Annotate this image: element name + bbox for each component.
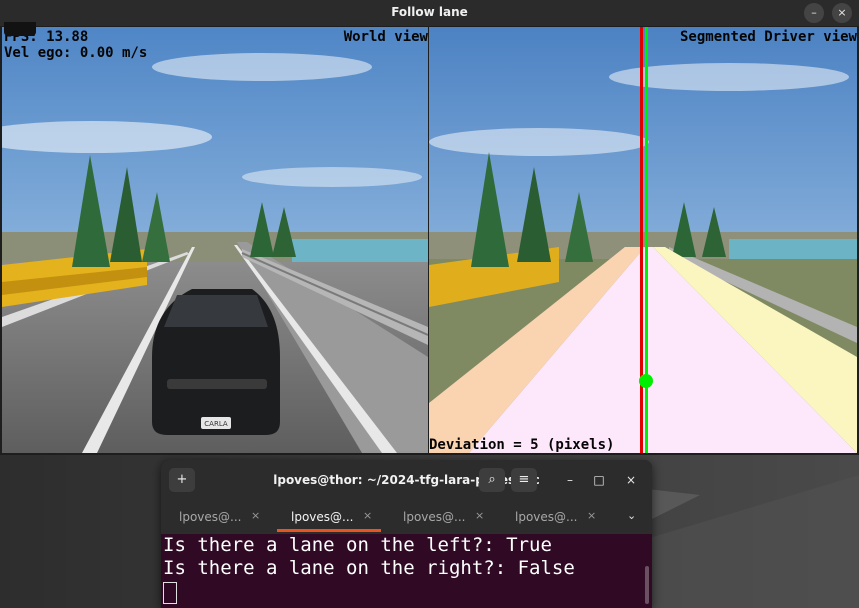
- terminal-tab[interactable]: lpoves@... ×: [385, 500, 497, 534]
- active-tab-indicator: [277, 529, 381, 532]
- app-icon: [4, 22, 36, 36]
- segmented-driver-view-panel: Segmented Driver view Deviation = 5 (pix…: [429, 27, 857, 453]
- terminal-tab-active[interactable]: lpoves@... ×: [273, 500, 385, 534]
- chevron-down-icon[interactable]: ⌄: [627, 509, 636, 522]
- terminal-tab[interactable]: lpoves@... ×: [161, 500, 273, 534]
- tab-close-icon[interactable]: ×: [251, 509, 260, 522]
- close-button[interactable]: ×: [832, 3, 852, 23]
- window-title: Follow lane: [391, 5, 468, 19]
- segmented-view-label: Segmented Driver view: [679, 29, 857, 45]
- terminal-window: + lpoves@thor: ~/2024-tfg-lara-poves/src…: [161, 460, 652, 608]
- world-view-panel: CARLA FPS: 13.88 Vel ego: 0.00 m/s World…: [2, 27, 428, 453]
- tab-label: lpoves@...: [291, 510, 354, 524]
- scrollbar[interactable]: [645, 566, 649, 604]
- terminal-tab[interactable]: lpoves@... ×: [497, 500, 609, 534]
- tab-label: lpoves@...: [403, 510, 466, 524]
- maximize-button[interactable]: □: [587, 468, 611, 492]
- velocity-readout: Vel ego: 0.00 m/s: [4, 45, 148, 61]
- terminal-header[interactable]: + lpoves@thor: ~/2024-tfg-lara-poves/src…: [161, 460, 652, 500]
- tab-label: lpoves@...: [515, 510, 578, 524]
- text-cursor: [163, 582, 177, 604]
- lane-center-marker: [639, 374, 653, 388]
- terminal-tab-bar: lpoves@... × lpoves@... × lpoves@... × l…: [161, 500, 652, 534]
- window-titlebar[interactable]: Follow lane – ×: [0, 0, 859, 26]
- terminal-output[interactable]: Is there a lane on the left?: True Is th…: [161, 534, 652, 608]
- tab-close-icon[interactable]: ×: [587, 509, 596, 522]
- minimize-button[interactable]: –: [804, 3, 824, 23]
- image-center-line: [640, 27, 643, 453]
- segmented-view-scene: [429, 27, 857, 453]
- lane-center-line: [645, 27, 648, 453]
- minimize-button[interactable]: –: [558, 468, 582, 492]
- world-view-scene: CARLA: [2, 27, 428, 453]
- hamburger-menu-button[interactable]: ≡: [511, 468, 537, 492]
- output-line: Is there a lane on the right?: False: [163, 557, 575, 579]
- tab-close-icon[interactable]: ×: [475, 509, 484, 522]
- tab-close-icon[interactable]: ×: [363, 509, 372, 522]
- output-line: Is there a lane on the left?: True: [163, 534, 552, 556]
- tab-label: lpoves@...: [179, 510, 242, 524]
- close-button[interactable]: ×: [619, 468, 643, 492]
- search-button[interactable]: ⌕: [479, 468, 505, 492]
- license-plate: CARLA: [204, 420, 228, 428]
- deviation-readout: Deviation = 5 (pixels): [429, 437, 615, 453]
- follow-lane-window: Follow lane – × CARLA FPS: 13.88 Vel ego…: [0, 0, 859, 455]
- world-view-label: World view: [343, 29, 428, 45]
